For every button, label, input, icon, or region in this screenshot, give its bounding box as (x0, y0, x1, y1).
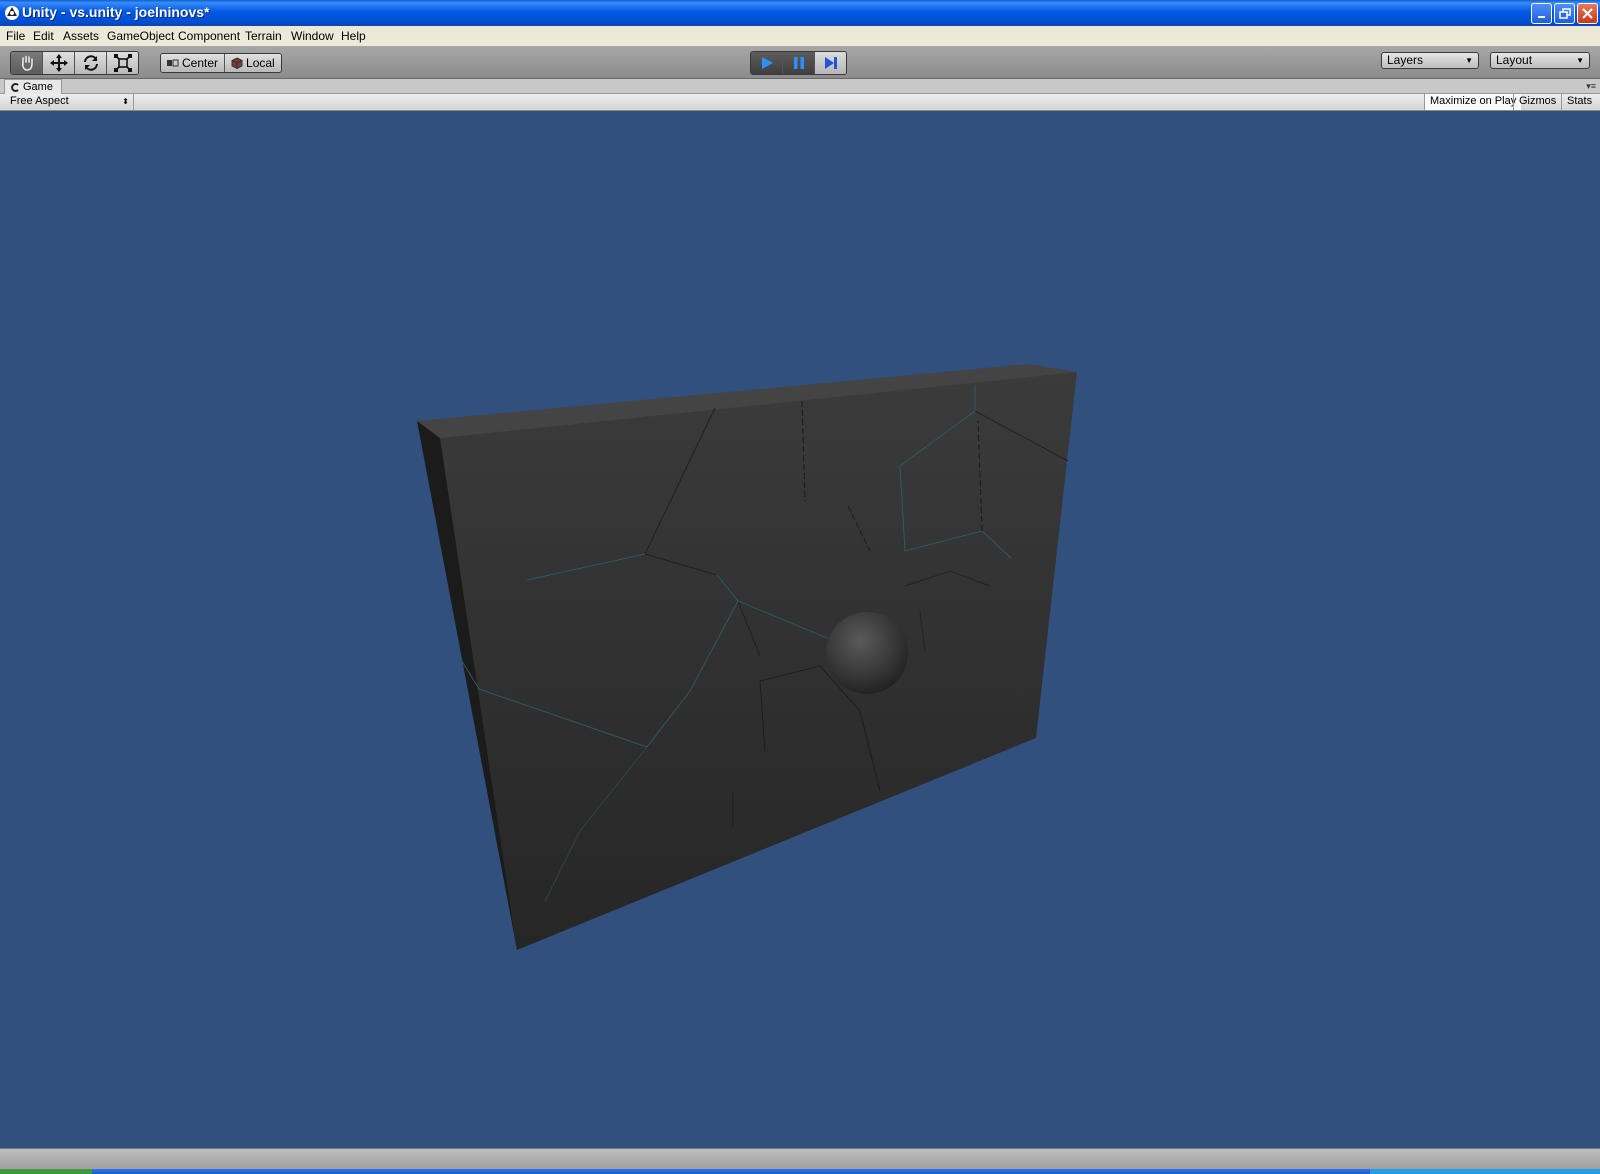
center-pivot-icon (167, 59, 179, 67)
play-icon (761, 57, 773, 69)
menu-assets[interactable]: Assets (63, 29, 99, 43)
pivot-center-button[interactable]: Center (161, 54, 226, 72)
game-viewport[interactable] (0, 111, 1600, 1148)
gizmos-toggle[interactable]: Gizmos (1513, 94, 1561, 110)
scale-tool-button[interactable] (107, 52, 138, 74)
window-title: Unity - vs.unity - joelninovs* (22, 4, 210, 20)
updown-arrow-icon: ⬍ (122, 97, 129, 106)
tab-game-label: Game (23, 80, 53, 93)
scene-render (417, 364, 1077, 950)
aspect-label: Free Aspect (10, 95, 69, 107)
stats-toggle[interactable]: Stats (1561, 94, 1597, 110)
title-bar: Unity - vs.unity - joelninovs* (0, 0, 1600, 26)
pivot-local-button[interactable]: Local (225, 54, 281, 72)
game-view-toolbar: Free Aspect ⬍ Maximize on Play Gizmos St… (0, 94, 1600, 111)
pivot-local-label: Local (246, 56, 275, 70)
minimize-icon (1537, 15, 1545, 18)
aspect-dropdown[interactable]: Free Aspect ⬍ (4, 94, 134, 110)
dropdown-arrow-icon: ▼ (1576, 56, 1584, 65)
transform-tools (10, 51, 139, 75)
move-icon (49, 54, 68, 72)
fractured-wall (417, 364, 1077, 950)
rotate-icon (83, 55, 98, 71)
layout-dropdown[interactable]: Layout ▼ (1490, 52, 1590, 69)
tab-options-icon[interactable]: ▾≡ (1586, 81, 1596, 92)
status-bar (0, 1148, 1600, 1170)
close-icon (1582, 8, 1593, 19)
menu-help[interactable]: Help (341, 29, 366, 43)
layers-dropdown[interactable]: Layers ▼ (1381, 52, 1479, 69)
system-tray (1370, 1169, 1600, 1174)
local-cube-icon (231, 57, 243, 69)
menu-gameobject[interactable]: GameObject (107, 29, 174, 43)
minimize-button[interactable] (1531, 3, 1552, 24)
hand-tool-button[interactable] (11, 52, 43, 74)
os-taskbar (0, 1169, 1600, 1174)
play-controls (750, 51, 847, 75)
start-button[interactable] (0, 1169, 92, 1174)
menu-window[interactable]: Window (291, 29, 334, 43)
dropdown-arrow-icon: ▼ (1465, 56, 1473, 65)
step-button[interactable] (815, 52, 846, 74)
pause-button[interactable] (783, 52, 815, 74)
rotate-tool-button[interactable] (75, 52, 107, 74)
close-button[interactable] (1577, 3, 1598, 24)
hand-icon (21, 55, 33, 71)
menu-terrain[interactable]: Terrain (245, 29, 282, 43)
game-icon (11, 82, 19, 92)
main-toolbar: Center Local Layers ▼ Layout ▼ (0, 46, 1600, 79)
tab-game[interactable]: Game (4, 79, 62, 94)
restore-icon (1558, 7, 1571, 19)
move-tool-button[interactable] (43, 52, 75, 74)
menu-bar: File Edit Assets GameObject Component Te… (0, 26, 1600, 46)
step-icon (824, 57, 837, 69)
play-button[interactable] (751, 52, 783, 74)
restore-button[interactable] (1554, 3, 1575, 24)
menu-edit[interactable]: Edit (33, 29, 54, 43)
menu-component[interactable]: Component (178, 29, 240, 43)
pause-icon (793, 57, 804, 69)
menu-file[interactable]: File (6, 29, 25, 43)
scale-icon (113, 54, 132, 72)
pivot-center-label: Center (182, 56, 219, 70)
tab-bar: Game ▾≡ (0, 79, 1600, 94)
sphere (826, 612, 908, 694)
layout-label: Layout (1496, 53, 1533, 67)
maximize-on-play-toggle[interactable]: Maximize on Play (1424, 94, 1522, 110)
pivot-group: Center Local (160, 53, 282, 73)
unity-logo-icon (5, 6, 19, 20)
layers-label: Layers (1387, 53, 1424, 67)
